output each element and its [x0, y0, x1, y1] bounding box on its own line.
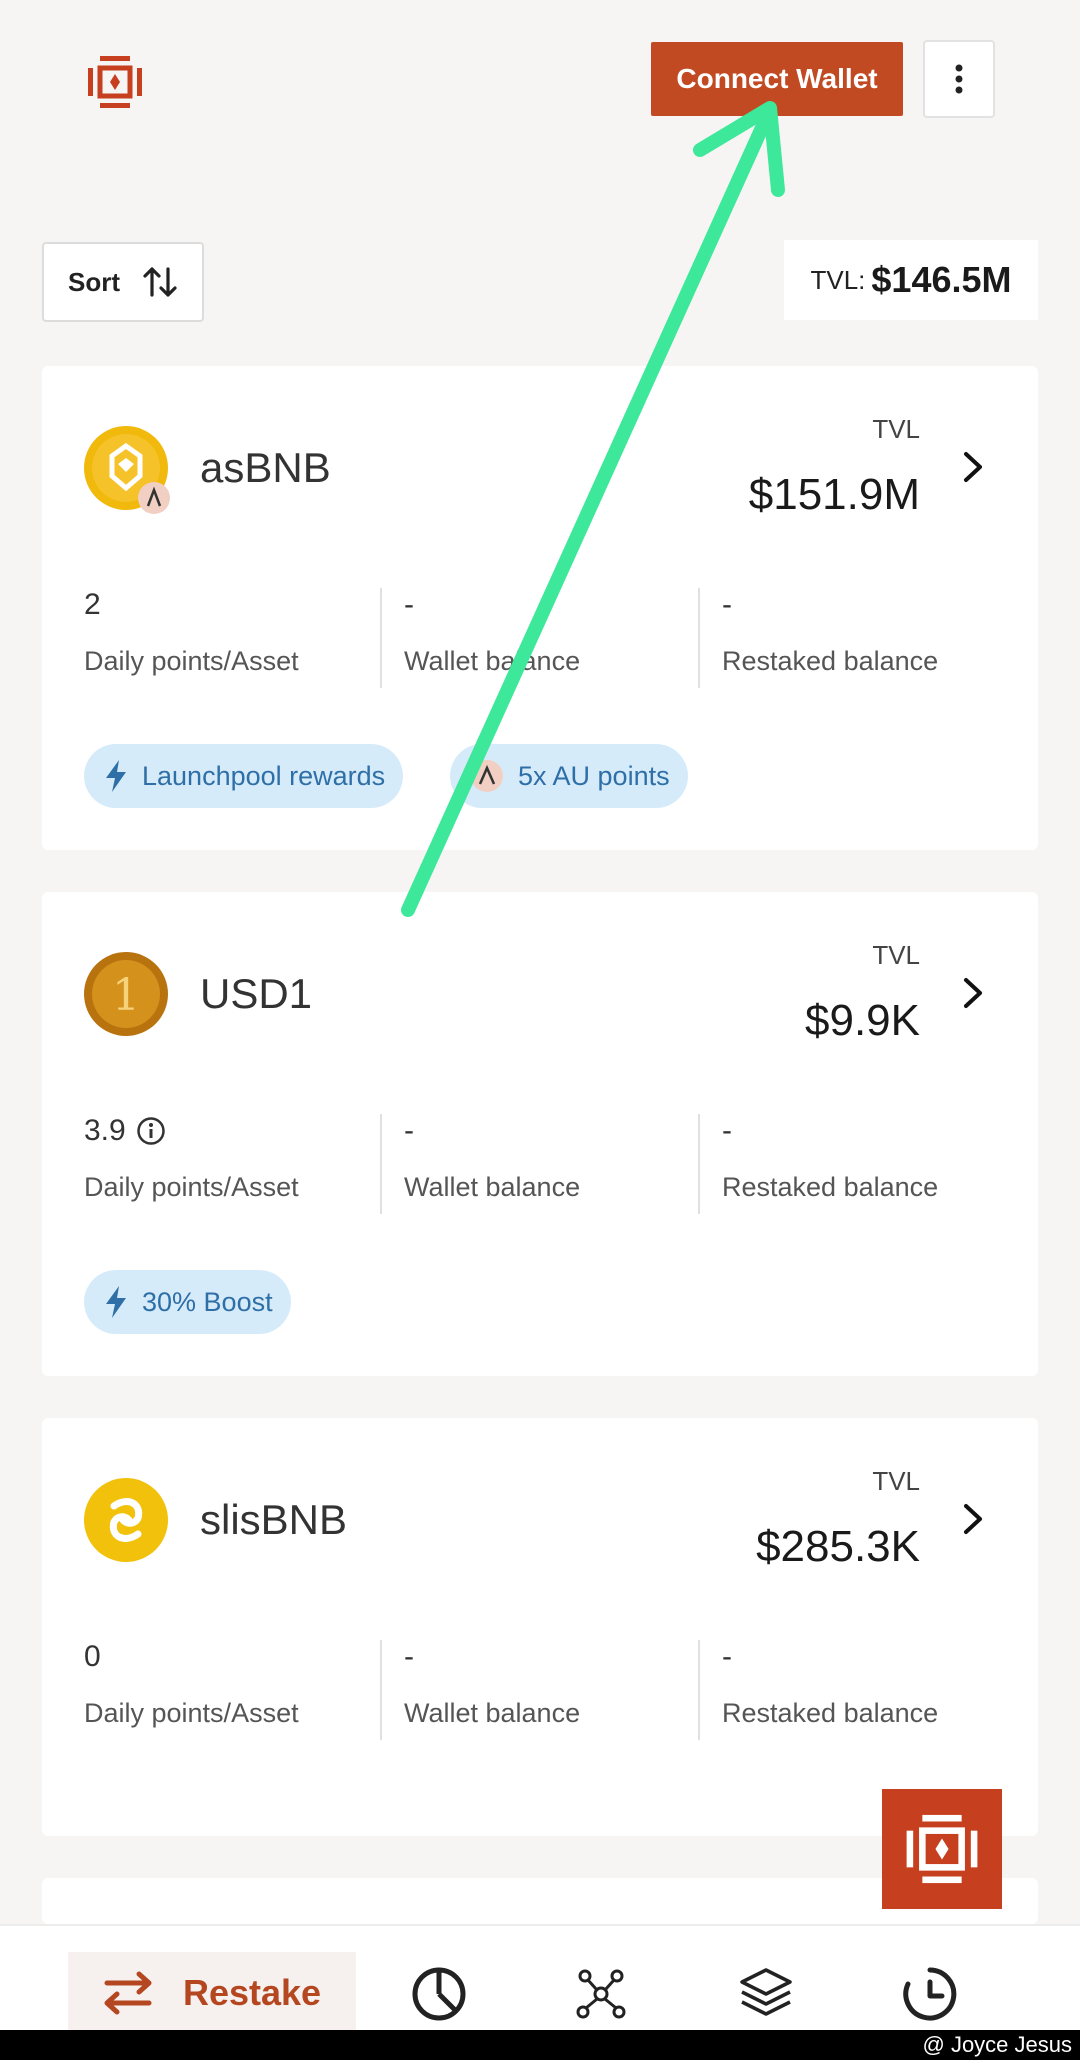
stat-divider	[380, 588, 382, 688]
sort-button[interactable]: Sort	[42, 242, 204, 322]
wallet-balance-label: Wallet balance	[404, 1698, 581, 1728]
wallet-balance-value: -	[404, 588, 414, 621]
lightning-icon	[106, 760, 126, 792]
astherus-logo-icon[interactable]	[86, 54, 144, 110]
chevron-right-icon[interactable]	[960, 1502, 986, 1536]
connect-wallet-button[interactable]: Connect Wallet	[651, 42, 903, 116]
tag-label: 5x AU points	[518, 760, 670, 791]
tag-boost: 30% Boost	[84, 1270, 291, 1334]
info-icon[interactable]	[136, 1116, 166, 1146]
total-tvl-value: $146.5M	[871, 259, 1012, 300]
daily-points-value-group: 3.9	[84, 1114, 166, 1148]
aster-badge-icon	[471, 760, 503, 792]
slisbnb-token-icon	[84, 1478, 168, 1562]
chevron-right-icon[interactable]	[960, 976, 986, 1010]
asset-card-asbnb[interactable]: asBNB TVL $151.9M 2 Daily points/Asset -…	[42, 366, 1038, 850]
stat-divider	[380, 1640, 382, 1740]
wallet-balance-label: Wallet balance	[404, 646, 581, 676]
restaked-balance-label: Restaked balance	[722, 646, 939, 676]
daily-points-label: Daily points/Asset	[84, 1698, 299, 1728]
asset-tvl-value: $151.9M	[748, 470, 920, 519]
total-tvl: TVL: $146.5M	[784, 240, 1038, 320]
svg-text:1: 1	[112, 970, 140, 1021]
restaked-balance-value: -	[722, 588, 732, 621]
daily-points-label: Daily points/Asset	[84, 646, 299, 676]
asset-name: slisBNB	[200, 1496, 348, 1543]
network-nodes-icon[interactable]	[573, 1966, 629, 2022]
layers-icon[interactable]	[738, 1966, 794, 2022]
stat-divider	[698, 1114, 700, 1214]
wallet-balance-label: Wallet balance	[404, 1172, 581, 1202]
restake-icon	[104, 1971, 152, 2015]
asset-tvl-value: $285.3K	[756, 1522, 920, 1571]
restaked-balance-value: -	[722, 1114, 732, 1147]
asset-name: asBNB	[200, 444, 331, 491]
daily-points-value: 0	[84, 1640, 101, 1673]
asset-tvl-label: TVL	[872, 414, 920, 444]
wallet-balance-value: -	[404, 1114, 414, 1147]
restaked-balance-value: -	[722, 1640, 732, 1673]
daily-points-label: Daily points/Asset	[84, 1172, 299, 1202]
restaked-balance-label: Restaked balance	[722, 1698, 939, 1728]
restaked-balance-label: Restaked balance	[722, 1172, 939, 1202]
bottom-nav: Restake	[0, 1924, 1080, 2034]
chevron-right-icon[interactable]	[960, 450, 986, 484]
usd1-token-icon: 1	[84, 952, 168, 1036]
asset-tvl-label: TVL	[872, 1466, 920, 1496]
more-options-button[interactable]	[923, 40, 995, 118]
asset-tvl-value: $9.9K	[805, 996, 920, 1045]
portfolio-pie-icon[interactable]	[411, 1966, 467, 2022]
tag-label: 30% Boost	[142, 1286, 273, 1317]
lightning-icon	[106, 1286, 126, 1318]
tag-au-points: 5x AU points	[450, 744, 688, 808]
stat-divider	[380, 1114, 382, 1214]
asset-card-slisbnb[interactable]: slisBNB TVL $285.3K 0 Daily points/Asset…	[42, 1418, 1038, 1836]
asset-tvl-label: TVL	[872, 940, 920, 970]
daily-points-value: 3.9	[84, 1114, 126, 1147]
tag-launchpool-rewards: Launchpool rewards	[84, 744, 404, 808]
asset-card-usd1[interactable]: 1 USD1 TVL $9.9K 3.9 Daily points/Asset …	[42, 892, 1038, 1376]
history-clock-icon[interactable]	[902, 1966, 958, 2022]
sort-label: Sort	[68, 266, 120, 297]
asbnb-token-icon	[84, 426, 170, 514]
daily-points-value: 2	[84, 588, 101, 621]
more-vertical-icon	[955, 64, 963, 94]
nav-restake[interactable]: Restake	[68, 1952, 356, 2034]
wallet-balance-value: -	[404, 1640, 414, 1673]
nav-restake-label: Restake	[182, 1972, 322, 2013]
watermark: @ Joyce Jesus	[0, 2030, 1080, 2060]
asset-name: USD1	[200, 970, 313, 1017]
astherus-logo-icon	[906, 1814, 978, 1884]
sort-arrows-icon	[143, 267, 177, 297]
stat-divider	[698, 1640, 700, 1740]
stat-divider	[698, 588, 700, 688]
total-tvl-label: TVL:	[810, 264, 866, 295]
tag-label: Launchpool rewards	[142, 760, 386, 791]
astherus-fab-button[interactable]	[882, 1789, 1002, 1909]
